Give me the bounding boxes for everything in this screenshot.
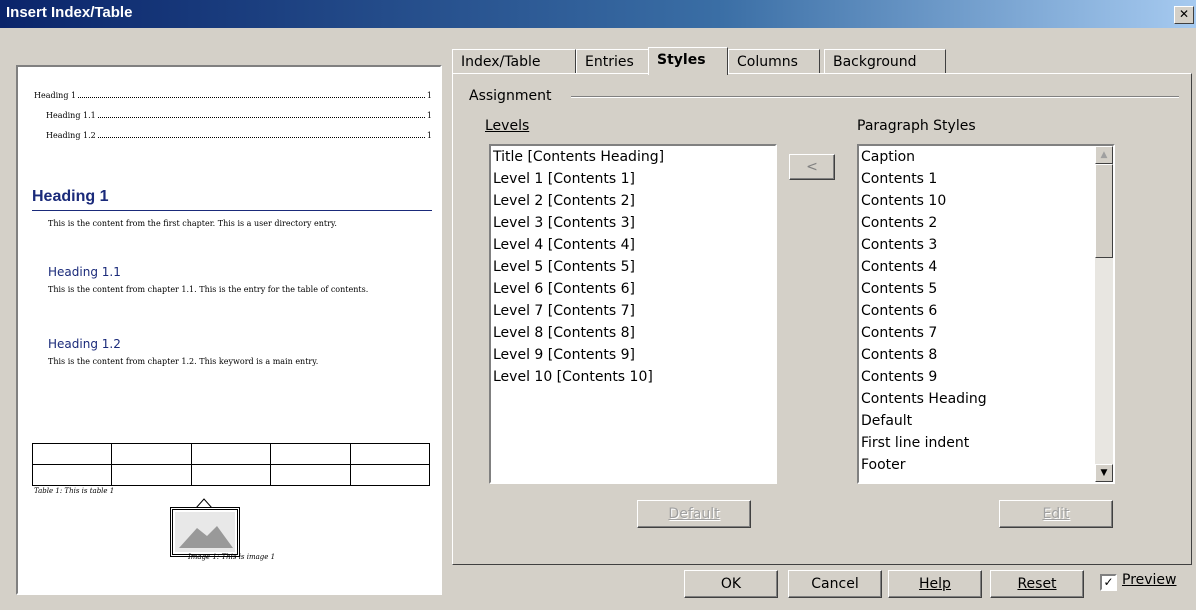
toc-entry-page: 1 [426, 91, 432, 100]
preview-heading-1: Heading 1 [32, 188, 109, 205]
list-item[interactable]: Contents 2 [859, 212, 1113, 234]
styles-panel: Assignment Levels Paragraph Styles Title… [452, 73, 1192, 565]
default-button[interactable]: Default [637, 500, 751, 528]
preview-pane: Heading 1 1 Heading 1.1 1 Heading 1.2 1 … [16, 65, 442, 595]
scroll-down-icon[interactable]: ▼ [1095, 464, 1113, 482]
list-item[interactable]: Level 10 [Contents 10] [491, 366, 775, 388]
toc-entry-page: 1 [426, 111, 432, 120]
list-item[interactable]: Contents 1 [859, 168, 1113, 190]
scroll-up-icon[interactable]: ▲ [1095, 146, 1113, 164]
list-item[interactable]: Level 5 [Contents 5] [491, 256, 775, 278]
preview-heading-1-1: Heading 1.1 [48, 265, 121, 279]
toc-entry-text: Heading 1 [34, 91, 77, 100]
toc-entry: Heading 1.1 1 [46, 111, 432, 120]
list-item[interactable]: Default [859, 410, 1113, 432]
list-item[interactable]: Contents 7 [859, 322, 1113, 344]
reset-button-label: Reset [1017, 576, 1057, 592]
tab-columns[interactable]: Columns [728, 49, 820, 75]
paragraph-styles-label: Paragraph Styles [857, 118, 976, 134]
cancel-button[interactable]: Cancel [788, 570, 882, 598]
help-button[interactable]: Help [888, 570, 982, 598]
preview-text-1: This is the content from the first chapt… [48, 219, 337, 228]
assignment-group-label: Assignment [469, 88, 552, 104]
assign-style-button[interactable]: < [789, 154, 835, 180]
list-item[interactable]: Level 6 [Contents 6] [491, 278, 775, 300]
list-item[interactable]: Caption [859, 146, 1113, 168]
list-item[interactable]: Footer [859, 454, 1113, 476]
list-item[interactable]: Level 1 [Contents 1] [491, 168, 775, 190]
levels-list[interactable]: Title [Contents Heading] Level 1 [Conten… [489, 144, 777, 484]
preview-table-caption: Table 1: This is table 1 [34, 487, 115, 495]
preview-checkbox-label[interactable]: Preview [1122, 572, 1177, 588]
list-item[interactable]: Contents Heading [859, 388, 1113, 410]
preview-heading-1-2: Heading 1.2 [48, 337, 121, 351]
reset-button[interactable]: Reset [990, 570, 1084, 598]
list-item[interactable]: Contents 5 [859, 278, 1113, 300]
preview-text-1-1: This is the content from chapter 1.1. Th… [48, 285, 369, 294]
edit-button-label: Edit [1042, 506, 1070, 522]
levels-label: Levels [485, 118, 530, 134]
window-title: Insert Index/Table [6, 4, 133, 21]
toc-dots [78, 97, 425, 98]
paragraph-styles-list[interactable]: Caption Contents 1 Contents 10 Contents … [857, 144, 1115, 484]
list-item[interactable]: Contents 8 [859, 344, 1113, 366]
list-item[interactable]: Title [Contents Heading] [491, 146, 775, 168]
list-item[interactable]: Level 9 [Contents 9] [491, 344, 775, 366]
list-item[interactable]: Contents 10 [859, 190, 1113, 212]
tab-styles[interactable]: Styles [648, 47, 728, 75]
toc-entry-text: Heading 1.2 [46, 131, 96, 140]
toc-dots [97, 117, 425, 118]
heading-rule [32, 210, 432, 211]
list-item[interactable]: Contents 3 [859, 234, 1113, 256]
preview-table [31, 443, 431, 486]
tab-background[interactable]: Background [824, 49, 946, 75]
toc-dots [97, 137, 425, 138]
ok-button[interactable]: OK [684, 570, 778, 598]
list-item[interactable]: Level 7 [Contents 7] [491, 300, 775, 322]
list-item[interactable]: Contents 6 [859, 300, 1113, 322]
scroll-thumb[interactable] [1095, 164, 1113, 258]
toc-entry: Heading 1.2 1 [46, 131, 432, 140]
list-item[interactable]: Level 4 [Contents 4] [491, 234, 775, 256]
group-separator [571, 96, 1179, 98]
toc-entry-page: 1 [426, 131, 432, 140]
preview-image [170, 507, 240, 557]
title-bar: Insert Index/Table ✕ [0, 0, 1196, 28]
list-item[interactable]: Contents 4 [859, 256, 1113, 278]
list-item[interactable]: First line indent [859, 432, 1113, 454]
list-item[interactable]: Level 8 [Contents 8] [491, 322, 775, 344]
close-icon[interactable]: ✕ [1174, 6, 1194, 24]
preview-text-1-2: This is the content from chapter 1.2. Th… [48, 357, 319, 366]
vertical-scrollbar[interactable]: ▲ ▼ [1095, 146, 1113, 482]
toc-entry: Heading 1 1 [34, 91, 432, 100]
toc-entry-text: Heading 1.1 [46, 111, 96, 120]
picture-icon [175, 512, 235, 552]
list-item[interactable]: Contents 9 [859, 366, 1113, 388]
default-button-label: Default [668, 506, 720, 522]
preview-checkbox[interactable]: ✓ [1100, 574, 1117, 591]
list-item[interactable]: Level 3 [Contents 3] [491, 212, 775, 234]
list-item[interactable]: Level 2 [Contents 2] [491, 190, 775, 212]
tab-index-table[interactable]: Index/Table [452, 49, 576, 75]
edit-button[interactable]: Edit [999, 500, 1113, 528]
preview-image-caption: Image 1: This is image 1 [188, 553, 276, 561]
help-button-label: Help [919, 576, 951, 592]
dialog-body: Heading 1 1 Heading 1.1 1 Heading 1.2 1 … [0, 28, 1196, 610]
